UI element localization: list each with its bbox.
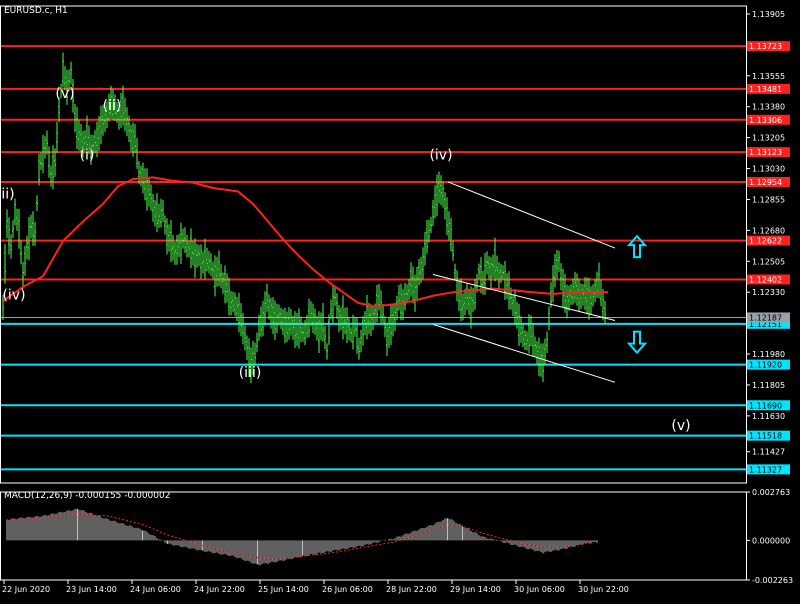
level-price-label: 1.11690 [749, 401, 782, 410]
macd-tick-label: -0.002263 [752, 576, 793, 585]
x-tick-label: 23 Jun 14:00 [66, 585, 117, 594]
level-price-label: 1.12402 [749, 275, 782, 284]
x-tick-label: 30 Jun 06:00 [514, 585, 565, 594]
macd-tick-label: 0.000000 [752, 536, 790, 545]
current-price-label: 1.12187 [749, 313, 782, 322]
level-price-label: 1.11920 [749, 361, 782, 370]
y-tick-label: 1.13555 [752, 72, 785, 81]
y-tick-label: 1.11980 [752, 350, 785, 359]
macd-title: MACD(12,26,9) -0.000155 -0.000002 [4, 491, 170, 501]
wave-label: (i) [80, 148, 95, 164]
y-tick-label: 1.12330 [752, 288, 785, 297]
x-tick-label: 25 Jun 14:00 [258, 585, 309, 594]
wave-label: (iv) [429, 148, 452, 164]
level-price-label: 1.13481 [749, 85, 782, 94]
y-tick-label: 1.11630 [752, 412, 785, 421]
y-tick-label: 1.12680 [752, 226, 785, 235]
x-tick-label: 24 Jun 22:00 [194, 585, 245, 594]
y-tick-label: 1.13905 [752, 10, 785, 19]
macd-tick-label: 0.002763 [752, 488, 790, 497]
y-tick-label: 1.11805 [752, 381, 785, 390]
y-tick-label: 1.13380 [752, 103, 785, 112]
y-tick-label: 1.11427 [752, 448, 785, 457]
x-tick-label: 24 Jun 06:00 [130, 585, 181, 594]
x-tick-label: 26 Jun 06:00 [322, 585, 373, 594]
y-tick-label: 1.12505 [752, 257, 785, 266]
level-price-label: 1.13723 [749, 42, 782, 51]
chart-canvas[interactable]: (v) (ii) (i) ii) (iv) (iii) (iv) (v) 1.13905 1.1… [0, 0, 800, 600]
level-price-label: 1.12622 [749, 237, 782, 246]
x-tick-label: 30 Jun 22:00 [578, 585, 629, 594]
level-price-label: 1.11327 [749, 465, 782, 474]
y-tick-label: 1.13205 [752, 134, 785, 143]
level-price-label: 1.13123 [749, 148, 782, 157]
trading-chart[interactable]: (v) (ii) (i) ii) (iv) (iii) (iv) (v) 1.13905 1.1… [0, 0, 800, 600]
x-tick-label: 28 Jun 22:00 [386, 585, 437, 594]
level-price-label: 1.13306 [749, 116, 782, 125]
level-price-label: 1.11518 [749, 432, 782, 441]
chart-background [0, 0, 800, 600]
wave-label: (v) [671, 418, 690, 434]
x-tick-label: 22 Jun 2020 [2, 585, 50, 594]
y-tick-label: 1.13030 [752, 165, 785, 174]
wave-label: (ii) [103, 98, 122, 114]
wave-label: (v) [55, 86, 74, 102]
y-tick-label: 1.12855 [752, 195, 785, 204]
wave-label: ii) [1, 187, 14, 203]
level-price-label: 1.12954 [749, 178, 782, 187]
wave-label: (iii) [239, 365, 262, 381]
wave-label: (iv) [2, 287, 25, 303]
chart-title: EURUSD.c, H1 [4, 6, 68, 16]
x-tick-label: 29 Jun 14:00 [450, 585, 501, 594]
